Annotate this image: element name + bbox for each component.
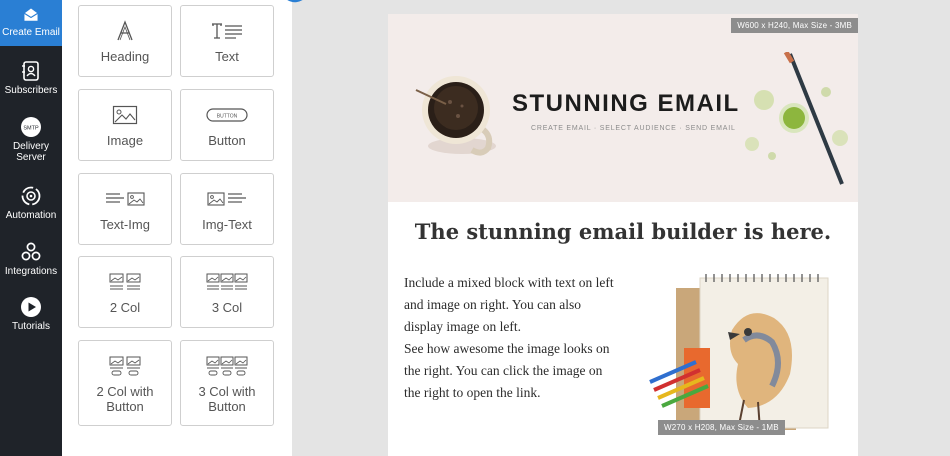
block-text[interactable]: Text (180, 5, 274, 77)
block-image[interactable]: Image (78, 89, 172, 161)
nav-label: Subscribers (4, 85, 58, 96)
block-label: Text-Img (100, 217, 150, 232)
block-label: Image (106, 133, 144, 148)
body-line: the right to open the link. (404, 385, 541, 400)
image-icon (112, 105, 138, 125)
nav-item-tutorials[interactable]: Tutorials (0, 296, 62, 332)
block-label: 2 Col (109, 300, 141, 315)
three-col-icon (206, 273, 248, 290)
button-icon-text: BUTTON (217, 114, 238, 120)
envelope-icon (24, 8, 38, 21)
hero-subtitle: CREATE EMAIL · SELECT AUDIENCE · SEND EM… (531, 125, 736, 132)
gear-cycle-icon (21, 186, 41, 206)
body-line: the right. You can click the image on (404, 363, 603, 378)
nav-label: Tutorials (12, 321, 50, 332)
block-heading[interactable]: Heading (78, 5, 172, 77)
left-nav: Create Email Subscribers SMTP Delivery S… (0, 0, 62, 456)
block-3-col-with-button[interactable]: 3 Col with Button (180, 340, 274, 426)
play-icon (21, 297, 41, 317)
block-img-text[interactable]: Img-Text (180, 173, 274, 245)
block-label: Heading (100, 49, 150, 64)
hero-title: STUNNING EMAIL (512, 90, 740, 117)
nav-item-delivery-server[interactable]: SMTP Delivery Server (0, 116, 62, 163)
text-icon (212, 23, 242, 39)
three-col-button-icon (206, 356, 248, 376)
nav-item-automation[interactable]: Automation (0, 185, 62, 221)
button-icon: BUTTON (206, 108, 248, 122)
body-line: display image on left. (404, 319, 521, 334)
sketchbook-image[interactable]: W270 x H208, Max Size - 1MB (648, 270, 834, 436)
nav-label: Create Email (2, 27, 60, 38)
block-label: 3 Col with Button (198, 384, 256, 414)
integrations-icon (21, 242, 41, 261)
email-preview: STUNNING EMAIL CREATE EMAIL · SELECT AUD… (388, 14, 858, 456)
block-2-col-with-button[interactable]: 2 Col with Button (78, 340, 172, 426)
nav-label: Delivery Server (12, 141, 50, 163)
two-col-icon (109, 273, 141, 290)
smtp-icon: SMTP (21, 117, 41, 137)
block-label: Text (215, 49, 239, 64)
text-img-icon (106, 192, 145, 206)
two-col-button-icon (109, 356, 141, 376)
body-line: Include a mixed block with text on left (404, 275, 614, 290)
block-text-img[interactable]: Text-Img (78, 173, 172, 245)
email-canvas: STUNNING EMAIL CREATE EMAIL · SELECT AUD… (287, 0, 950, 456)
email-body-text: Include a mixed block with text on left … (404, 272, 624, 404)
body-line: See how awesome the image looks on (404, 341, 610, 356)
block-label: 3 Col (211, 300, 243, 315)
block-2-col[interactable]: 2 Col (78, 256, 172, 328)
nav-label: Automation (5, 210, 57, 221)
body-line: and image on right. You can also (404, 297, 581, 312)
smtp-text: SMTP (23, 126, 39, 132)
nav-item-subscribers[interactable]: Subscribers (0, 60, 62, 96)
nav-label: Integrations (4, 266, 58, 277)
img-text-icon (207, 192, 246, 206)
block-label: Button (208, 133, 246, 148)
block-label: 2 Col with Button (96, 384, 154, 414)
blocks-panel: Heading Text Image BUTTON Button Text-Im… (62, 0, 292, 456)
block-button[interactable]: BUTTON Button (180, 89, 274, 161)
loading-ring-icon (287, 0, 303, 3)
block-label: Img-Text (202, 217, 252, 232)
hero-size-badge: W600 x H240, Max Size - 3MB (731, 18, 858, 33)
address-book-icon (22, 61, 39, 81)
nav-item-create-email[interactable]: Create Email (0, 0, 62, 46)
block-3-col[interactable]: 3 Col (180, 256, 274, 328)
bird-sketch-illustration (649, 274, 829, 431)
heading-icon (117, 20, 133, 41)
coffee-cup-illustration (415, 76, 496, 156)
paintbrush-illustration (745, 52, 848, 185)
image-size-badge: W270 x H208, Max Size - 1MB (658, 420, 785, 435)
hero-image[interactable]: STUNNING EMAIL CREATE EMAIL · SELECT AUD… (388, 14, 858, 202)
email-headline: The stunning email builder is here. (414, 219, 832, 244)
nav-item-integrations[interactable]: Integrations (0, 241, 62, 277)
